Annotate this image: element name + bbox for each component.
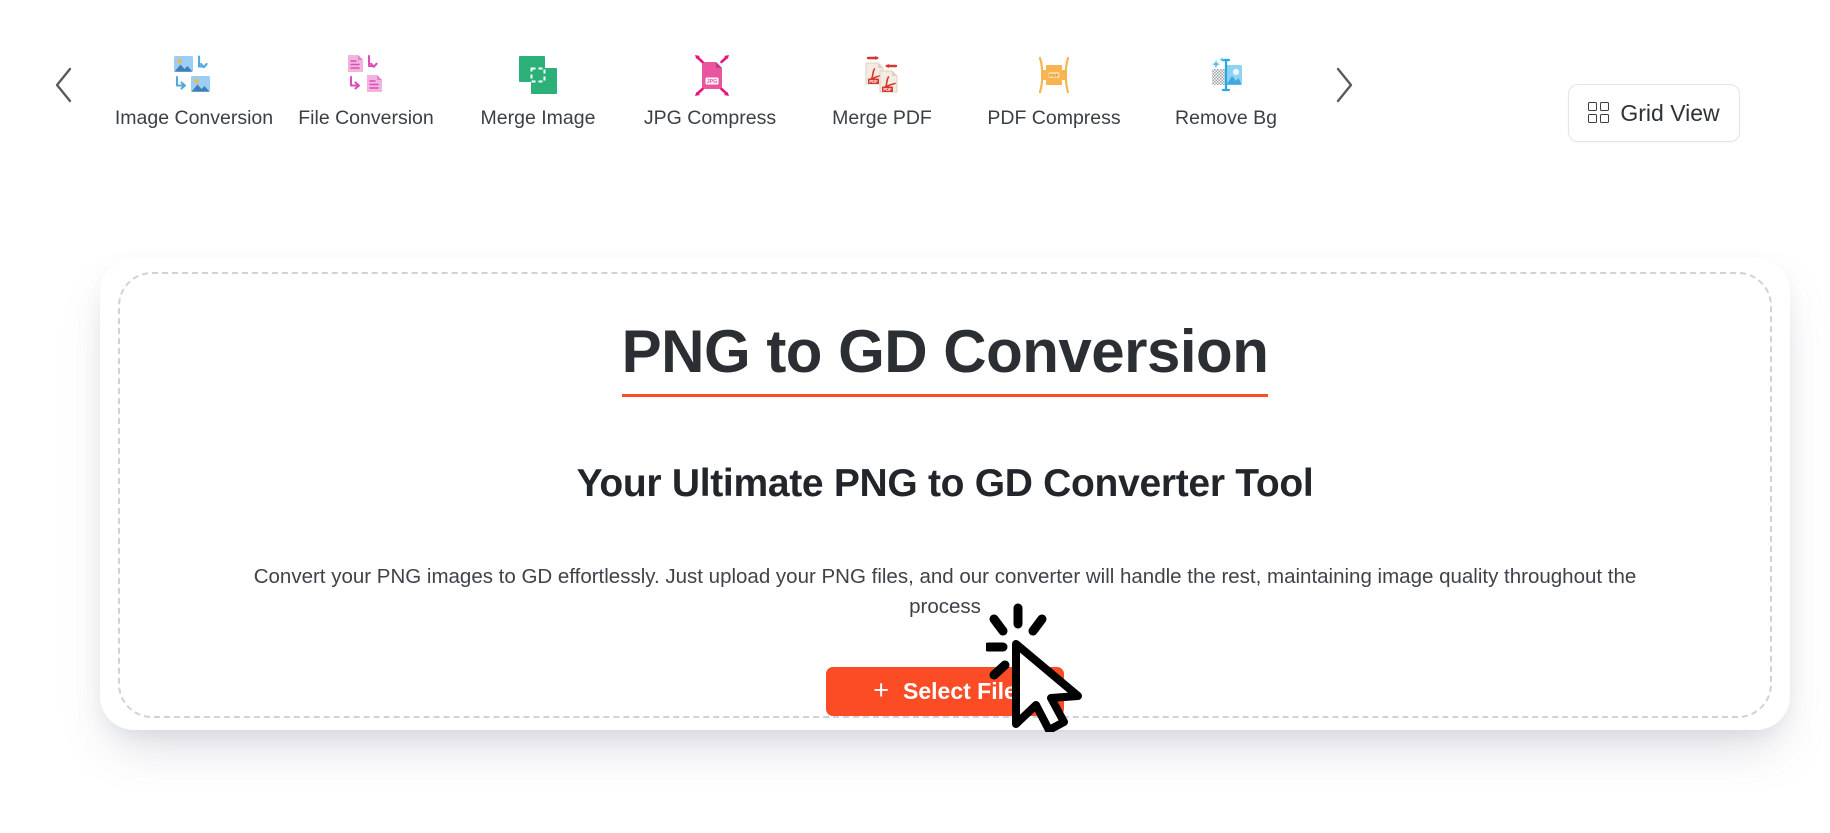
svg-text:PDF: PDF	[883, 87, 892, 92]
tool-label: Image Conversion	[114, 107, 274, 130]
tool-label: Merge PDF	[832, 107, 932, 130]
nav-next-button[interactable]	[1322, 63, 1366, 107]
image-conversion-icon	[168, 49, 220, 101]
select-file-button[interactable]: + Select File	[826, 667, 1064, 716]
grid-view-button[interactable]: Grid View	[1568, 84, 1740, 142]
nav-prev-button[interactable]	[42, 63, 86, 107]
chevron-right-icon	[1331, 65, 1357, 105]
file-conversion-icon	[340, 49, 392, 101]
jpg-compress-icon: JPG	[684, 49, 736, 101]
file-dropzone[interactable]: PNG to GD Conversion Your Ultimate PNG t…	[118, 272, 1772, 718]
svg-text:PDF: PDF	[869, 79, 878, 84]
tool-item-merge-pdf[interactable]: PDF PDF Merge PDF	[796, 49, 968, 129]
tool-label: Merge Image	[480, 107, 596, 130]
tool-label: Remove Bg	[1175, 107, 1277, 130]
tool-label: JPG Compress	[643, 107, 777, 130]
tool-item-pdf-compress[interactable]: PDF PDF Compress	[968, 49, 1140, 129]
tool-label: File Conversion	[298, 107, 434, 130]
page-title: PNG to GD Conversion	[621, 320, 1269, 397]
tool-label: PDF Compress	[987, 107, 1121, 130]
merge-pdf-icon: PDF PDF	[856, 49, 908, 101]
tool-list: Image Conversion File Conversion Merge I…	[108, 49, 1312, 129]
tool-item-merge-image[interactable]: Merge Image	[452, 49, 624, 129]
plus-icon: +	[873, 674, 889, 705]
svg-text:JPG: JPG	[707, 79, 718, 85]
remove-bg-icon	[1200, 49, 1252, 101]
page-description: Convert your PNG images to GD effortless…	[253, 565, 1637, 618]
chevron-left-icon	[51, 65, 77, 105]
tool-item-file-conversion[interactable]: File Conversion	[280, 49, 452, 129]
pdf-compress-icon: PDF	[1028, 49, 1080, 101]
tool-item-image-conversion[interactable]: Image Conversion	[108, 49, 280, 129]
tool-item-jpg-compress[interactable]: JPG JPG Compress	[624, 49, 796, 129]
tool-navigation-bar: Image Conversion File Conversion Merge I…	[0, 0, 1830, 182]
page-subtitle: Your Ultimate PNG to GD Converter Tool	[576, 462, 1314, 506]
select-file-label: Select File	[903, 678, 1017, 705]
merge-image-icon	[512, 49, 564, 101]
svg-text:PDF: PDF	[1049, 73, 1058, 78]
tool-item-remove-bg[interactable]: Remove Bg	[1140, 49, 1312, 129]
grid-view-label: Grid View	[1620, 99, 1720, 126]
grid-icon	[1588, 102, 1610, 124]
